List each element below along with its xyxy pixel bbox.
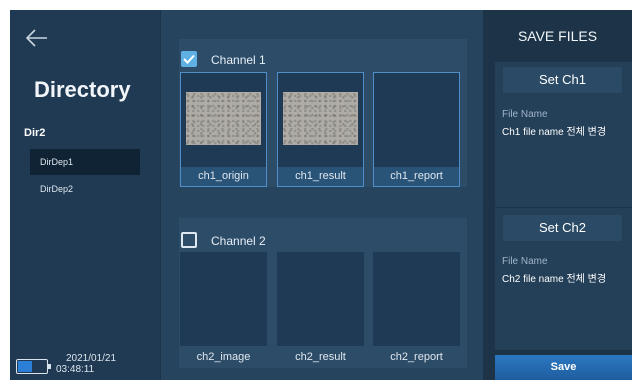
channel-2-box: Channel 2 ch2_image ch2_result ch2_repor… bbox=[179, 218, 467, 368]
directory-item-dirdep2[interactable]: DirDep2 bbox=[30, 176, 140, 202]
ch2-file-name-value[interactable]: Ch2 file name 전체 변경 bbox=[502, 270, 606, 285]
ch2-report-thumbnail[interactable] bbox=[373, 252, 460, 346]
ch1-origin-caption: ch1_origin bbox=[181, 167, 266, 186]
ch1-result-image bbox=[283, 92, 358, 145]
battery-icon bbox=[16, 359, 51, 374]
channel-2-label: Channel 2 bbox=[211, 234, 266, 248]
ch2-file-name-label: File Name bbox=[502, 256, 548, 267]
set-ch1-button[interactable]: Set Ch1 bbox=[503, 67, 622, 93]
battery-tip bbox=[48, 364, 51, 369]
set-ch2-button[interactable]: Set Ch2 bbox=[503, 215, 622, 241]
ch2-report-caption: ch2_report bbox=[390, 351, 443, 363]
app-window: Directory Dir2 DirDep1 DirDep2 2021/01/2… bbox=[10, 10, 632, 380]
ch1-result-thumbnail[interactable]: ch1_result bbox=[277, 72, 364, 187]
ch2-save-settings: Set Ch2 File Name Ch2 file name 전체 변경 bbox=[495, 208, 632, 350]
status-time: 03:48:11 bbox=[56, 364, 95, 375]
current-directory[interactable]: Dir2 bbox=[24, 127, 45, 139]
ch1-report-caption: ch1_report bbox=[374, 167, 459, 186]
channel-1-checkbox[interactable] bbox=[181, 51, 197, 67]
directory-title: Directory bbox=[34, 77, 131, 102]
ch2-result-caption: ch2_result bbox=[295, 351, 346, 363]
channel-1-label: Channel 1 bbox=[211, 53, 266, 67]
save-files-panel: SAVE FILES Set Ch1 File Name Ch1 file na… bbox=[483, 10, 632, 380]
channel-area: Channel 1 ch1_origin ch1_result ch1_repo… bbox=[161, 10, 483, 380]
ch1-origin-thumbnail[interactable]: ch1_origin bbox=[180, 72, 267, 187]
back-arrow-icon[interactable] bbox=[24, 26, 50, 50]
directory-item-dirdep1[interactable]: DirDep1 bbox=[30, 149, 140, 175]
check-icon bbox=[183, 54, 195, 64]
save-files-title: SAVE FILES bbox=[517, 28, 598, 44]
status-date: 2021/01/21 bbox=[66, 353, 117, 364]
ch1-report-thumbnail[interactable]: ch1_report bbox=[373, 72, 460, 187]
ch1-file-name-value[interactable]: Ch1 file name 전체 변경 bbox=[502, 123, 606, 138]
directory-sidebar: Directory Dir2 DirDep1 DirDep2 2021/01/2… bbox=[10, 10, 160, 380]
ch1-file-name-label: File Name bbox=[502, 109, 548, 120]
channel-2-checkbox[interactable] bbox=[181, 232, 197, 248]
ch1-origin-image bbox=[186, 92, 261, 145]
ch2-image-thumbnail[interactable] bbox=[180, 252, 267, 346]
ch2-result-thumbnail[interactable] bbox=[277, 252, 364, 346]
ch1-result-caption: ch1_result bbox=[278, 167, 363, 186]
ch2-image-caption: ch2_image bbox=[196, 351, 251, 363]
channel-1-box: Channel 1 ch1_origin ch1_result ch1_repo… bbox=[179, 39, 467, 187]
save-button[interactable]: Save bbox=[495, 355, 632, 380]
ch1-save-settings: Set Ch1 File Name Ch1 file name 전체 변경 bbox=[495, 62, 632, 207]
status-datetime: 2021/01/21 03:48:11 bbox=[56, 353, 116, 375]
battery-level bbox=[18, 361, 32, 372]
